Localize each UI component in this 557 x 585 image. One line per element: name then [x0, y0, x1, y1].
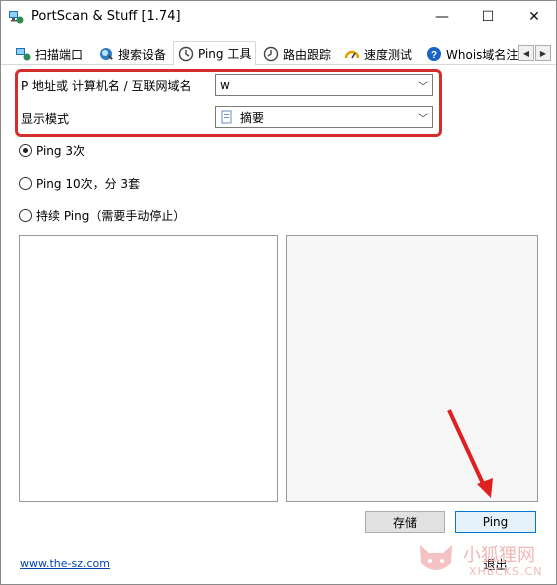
watermark-subtext: XHBCKS.CN [469, 565, 543, 578]
svg-text:?: ? [431, 50, 437, 61]
website-link[interactable]: www.the-sz.com [20, 557, 110, 570]
ping-clock-icon [178, 46, 194, 61]
title-bar: PortScan & Stuff [1.74] — ☐ ✕ [1, 1, 556, 33]
maximize-button[interactable]: ☐ [465, 1, 511, 33]
tab-label: 速度测试 [364, 47, 413, 62]
save-button[interactable]: 存储 [365, 511, 445, 533]
tab-port-scan[interactable]: 扫描端口 [11, 43, 87, 65]
tab-scroll-right-button[interactable]: ▶ [535, 45, 551, 61]
app-window: PortScan & Stuff [1.74] — ☐ ✕ 扫描端口 搜索设备 [0, 0, 557, 585]
radio-label: Ping 3次 [36, 144, 85, 158]
radio-label: 持续 Ping（需要手动停止） [36, 209, 186, 223]
tab-speed-test[interactable]: 速度测试 [340, 43, 416, 65]
radio-label: Ping 10次，分 3套 [36, 177, 141, 191]
tab-search-devices[interactable]: 搜索设备 [94, 43, 170, 65]
tab-label: Whois域名注 [446, 47, 519, 62]
annotation-arrow-icon [447, 409, 493, 498]
tab-traceroute[interactable]: 路由跟踪 [259, 43, 335, 65]
tab-label: Ping 工具 [198, 47, 252, 61]
tab-label: 扫描端口 [35, 47, 84, 62]
network-scan-icon [16, 48, 31, 61]
close-button[interactable]: ✕ [511, 1, 557, 33]
watermark-text: 小狐狸网 [463, 545, 535, 566]
radio-ping-10[interactable]: Ping 10次，分 3套 [19, 175, 140, 192]
speedometer-icon [344, 50, 360, 59]
app-icon [9, 11, 24, 24]
window-title: PortScan & Stuff [1.74] [31, 9, 181, 24]
results-list-panel[interactable] [19, 235, 278, 502]
traceroute-clock-icon [263, 46, 279, 62]
highlight-box [15, 69, 442, 137]
fox-logo-icon [420, 545, 452, 570]
tab-bar: 扫描端口 搜索设备 Ping 工具 路由跟踪 速度测试 ? Whois域名注 [1, 41, 556, 66]
radio-indicator [19, 177, 32, 190]
tab-label: 路由跟踪 [283, 47, 332, 62]
minimize-button[interactable]: — [419, 1, 465, 33]
radio-ping-continuous[interactable]: 持续 Ping（需要手动停止） [19, 207, 185, 224]
radio-indicator [19, 209, 32, 222]
radio-ping-3[interactable]: Ping 3次 [19, 142, 85, 159]
help-circle-icon: ? [427, 47, 441, 61]
tab-scroll-left-button[interactable]: ◀ [518, 45, 534, 61]
radio-indicator [19, 144, 32, 157]
ping-button[interactable]: Ping [455, 511, 536, 533]
search-device-icon [100, 48, 113, 60]
tab-label: 搜索设备 [118, 47, 167, 62]
tab-ping-tool[interactable]: Ping 工具 [173, 41, 257, 66]
tab-whois[interactable]: ? Whois域名注 [422, 43, 522, 65]
